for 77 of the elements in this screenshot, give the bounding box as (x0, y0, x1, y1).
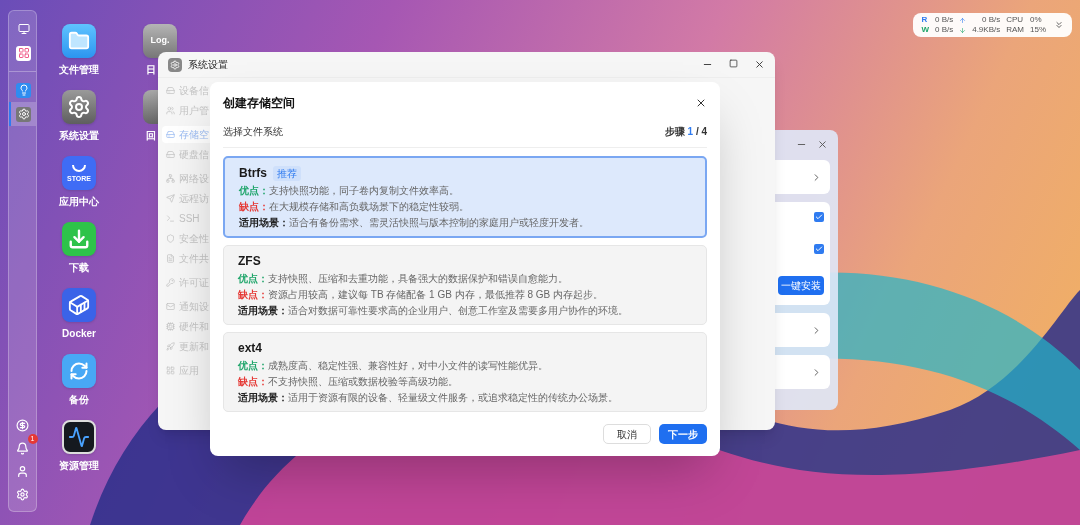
use-case-text: 适用场景：适合有备份需求、需灵活快照与版本控制的家庭用户或轻度开发者。 (239, 216, 590, 230)
download-icon (959, 26, 967, 34)
network-rate: 0 B/s (980, 15, 1001, 25)
shield-icon (166, 234, 175, 243)
desktop-app[interactable]: 下载 (52, 222, 106, 275)
key-icon (166, 278, 175, 287)
checkbox[interactable] (814, 244, 824, 254)
close-icon[interactable] (754, 59, 765, 70)
window-title: 系统设置 (188, 58, 228, 72)
next-button[interactable]: 下一步 (659, 424, 707, 444)
settings-app-icon (168, 57, 182, 72)
cancel-button[interactable]: 取消 (603, 424, 651, 444)
disk-rate: 0 B/s (934, 15, 954, 25)
drive-icon (166, 130, 175, 139)
close-icon[interactable] (695, 97, 707, 109)
rocket-icon (166, 342, 175, 351)
recommended-tag: 推荐 (273, 165, 301, 181)
disk-rate: 0 B/s (934, 25, 954, 35)
section-label: 选择文件系统 (223, 125, 283, 139)
network-icon (166, 174, 175, 183)
dialog-title: 创建存储空间 (223, 95, 295, 112)
filesystem-option[interactable]: ext4 优点：成熟度高、稳定性强、兼容性好，对中小文件的读写性能优异。 缺点：不支持快照、压缩或数据校验等高级功能。 适用场景：适用于资源有限的设备、轻量级文件服务，或追求稳定性的传统办公场景。 (223, 332, 707, 412)
desktop-app[interactable]: 备份 (52, 354, 106, 407)
users-icon (166, 106, 175, 115)
metric-value: 0% (1030, 15, 1043, 25)
send-icon (166, 194, 175, 203)
coin-icon (16, 418, 29, 432)
activity-icon (62, 420, 96, 454)
metric-label: RAM (1006, 25, 1024, 35)
use-case-text: 适用场景：适合对数据可靠性要求高的企业用户、创意工作室及需要多用户协作的环境。 (238, 304, 629, 318)
gear-icon (62, 90, 96, 124)
download-icon (62, 222, 96, 256)
disk-label: W (921, 25, 929, 35)
app-label[interactable]: 回 (143, 128, 156, 143)
pros-text: 优点：成熟度高、稳定性强、兼容性好，对中小文件的读写性能优异。 (238, 359, 549, 373)
user-icon (16, 464, 29, 478)
grid-icon (166, 366, 175, 375)
desktop-app[interactable]: 资源管理 (52, 420, 106, 473)
drive-icon (166, 150, 175, 159)
cons-text: 缺点：在大规模存储和高负载场景下的稳定性较弱。 (239, 200, 470, 214)
desktop-app[interactable]: 系统设置 (52, 90, 106, 143)
document-icon (166, 254, 175, 263)
pros-text: 优点：支持快照功能，同子卷内复制文件效率高。 (239, 184, 460, 198)
desktop-app[interactable]: Docker (52, 288, 106, 341)
app-label[interactable]: 日 (143, 62, 156, 77)
trash-icon[interactable] (143, 90, 158, 124)
dock-item[interactable] (9, 102, 36, 126)
notification-icon (16, 441, 29, 455)
pros-text: 优点：支持快照、压缩和去重功能，具备强大的数据保护和错误自愈能力。 (238, 272, 569, 286)
mail-icon (166, 302, 175, 311)
metric-label: CPU (1006, 15, 1024, 25)
use-case-text: 适用场景：适用于资源有限的设备、轻量级文件服务，或追求稳定性的传统办公场景。 (238, 391, 619, 405)
filesystem-option[interactable]: Btrfs 推荐 优点：支持快照功能，同子卷内复制文件效率高。 缺点：在大规模存储和高负载场景下的稳定性较弱。 适用场景：适合有备份需求、需灵活快照与版本控制的家庭用户或轻度开发者。 (223, 156, 707, 238)
drive-icon (166, 86, 175, 95)
settings-icon (16, 487, 29, 501)
metric-value: 15% (1030, 25, 1046, 35)
checkbox[interactable] (814, 212, 824, 222)
step-indicator: 步骤 1 / 4 (664, 125, 707, 139)
option-title: ext4 (238, 340, 263, 357)
cons-text: 缺点：资源占用较高，建议每 TB 存储配备 1 GB 内存，最低推荐 8 GB 内存起步。 (238, 288, 605, 302)
sync-icon (62, 354, 96, 388)
upload-icon (959, 16, 967, 24)
monitor-icon (16, 21, 31, 37)
terminal-icon (166, 214, 175, 223)
option-title: ZFS (238, 253, 261, 270)
cons-text: 缺点：不支持快照、压缩或数据校验等高级功能。 (238, 375, 459, 389)
expand-icon[interactable] (1054, 20, 1064, 30)
desktop-app[interactable]: 文件管理 (52, 24, 106, 77)
log-icon: Log. (143, 24, 177, 58)
disk-label: R (921, 15, 929, 25)
install-button[interactable]: 一键安装 (778, 276, 824, 295)
folder-icon (62, 24, 96, 58)
option-title: Btrfs (239, 165, 267, 182)
maximize-icon[interactable] (729, 59, 738, 68)
network-rate: 4.9KB/s (972, 25, 1001, 35)
chip-icon (166, 322, 175, 331)
filesystem-option[interactable]: ZFS 优点：支持快照、压缩和去重功能，具备强大的数据保护和错误自愈能力。 缺点：资源占用较高，建议每 TB 存储配备 1 GB 内存，最低推荐 8 GB 内存起步。 适用场景：适合对数据可靠性要求高的企业用户、创意工作室及需要多用户协作的环境。 (223, 245, 707, 325)
